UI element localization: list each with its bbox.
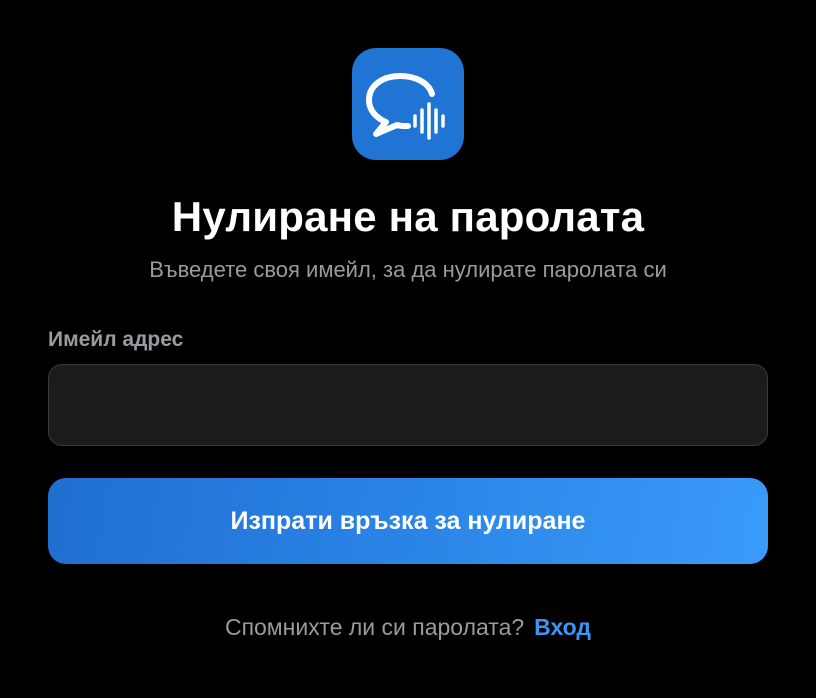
app-logo — [352, 48, 464, 160]
email-label: Имейл адрес — [48, 328, 184, 351]
reset-password-page: Нулиране на паролата Въведете своя имейл… — [0, 0, 816, 698]
login-link[interactable]: Вход — [534, 614, 591, 640]
email-field[interactable] — [48, 364, 768, 446]
chat-bubble-voice-icon — [366, 73, 445, 140]
send-reset-link-button[interactable]: Изпрати връзка за нулиране — [48, 478, 768, 564]
page-subtitle: Въведете своя имейл, за да нулирате паро… — [149, 257, 667, 282]
page-title: Нулиране на паролата — [171, 193, 645, 240]
login-prompt-text: Спомнихте ли си паролата? — [224, 614, 525, 640]
login-prompt: Спомнихте ли си паролата? Вход — [0, 612, 816, 642]
